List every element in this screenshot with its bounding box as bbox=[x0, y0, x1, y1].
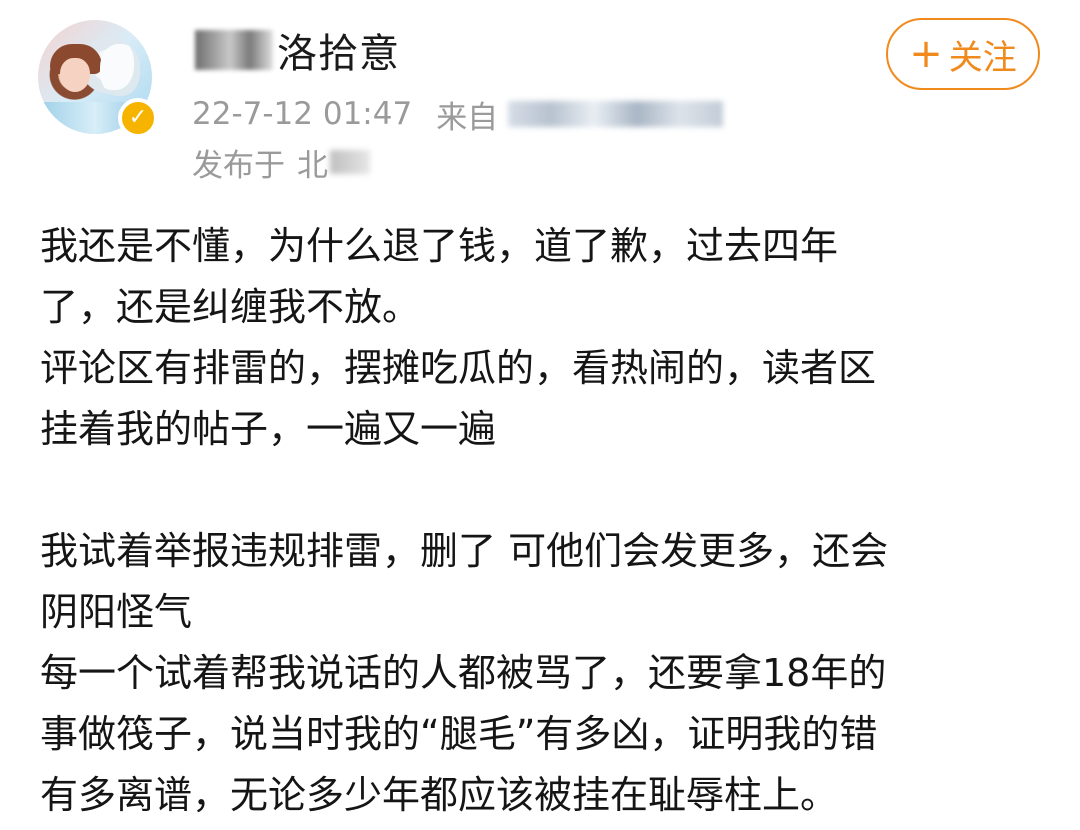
post-time: 22-7-12 01:47 bbox=[192, 96, 413, 132]
plus-icon: + bbox=[909, 31, 943, 77]
content-line: 阴阳怪气 bbox=[40, 590, 193, 634]
post-location: 发布于 北 bbox=[192, 140, 370, 184]
post-meta: 22-7-12 01:47 来自 bbox=[192, 92, 724, 136]
content-line: 了，还是纠缠我不放。 bbox=[40, 285, 421, 329]
content-blank-line bbox=[40, 460, 1050, 521]
location-value: 北 bbox=[297, 147, 328, 184]
avatar-face bbox=[60, 58, 90, 92]
content-line: 挂着我的帖子，一遍又一遍 bbox=[40, 407, 497, 451]
content-line: 每一个试着帮我说话的人都被骂了，还要拿18年的 bbox=[40, 651, 887, 695]
post-content: 我还是不懂，为什么退了钱，道了歉，过去四年 了，还是纠缠我不放。 评论区有排雷的… bbox=[40, 216, 1050, 826]
content-line: 事做筏子，说当时我的“腿毛”有多凶，证明我的错 bbox=[40, 712, 878, 756]
location-prefix: 发布于 bbox=[192, 147, 285, 184]
content-line: 我试着举报违规排雷，删了 可他们会发更多，还会 bbox=[40, 529, 889, 573]
weibo-post: ✓ 洛拾意 22-7-12 01:47 来自 发布于 北 + 关注 我还是不懂，… bbox=[0, 0, 1080, 830]
author-name[interactable]: 洛拾意 bbox=[195, 20, 400, 80]
location-redaction bbox=[330, 150, 370, 174]
follow-button[interactable]: + 关注 bbox=[886, 18, 1040, 90]
post-source-label: 来自 bbox=[436, 99, 499, 136]
content-line: 有多离谱，无论多少年都应该被挂在耻辱柱上。 bbox=[40, 773, 839, 817]
follow-button-label: 关注 bbox=[948, 37, 1017, 78]
author-name-text[interactable]: 洛拾意 bbox=[277, 21, 400, 79]
source-redaction bbox=[508, 101, 724, 127]
username-redaction bbox=[195, 30, 273, 70]
avatar-cat bbox=[100, 44, 140, 96]
post-header: ✓ 洛拾意 22-7-12 01:47 来自 发布于 北 + 关注 bbox=[0, 0, 1080, 200]
content-line: 评论区有排雷的，摆摊吃瓜的，看热闹的，读者区 bbox=[40, 346, 877, 390]
content-line: 我还是不懂，为什么退了钱，道了歉，过去四年 bbox=[40, 224, 839, 268]
verified-check-icon: ✓ bbox=[118, 98, 158, 138]
